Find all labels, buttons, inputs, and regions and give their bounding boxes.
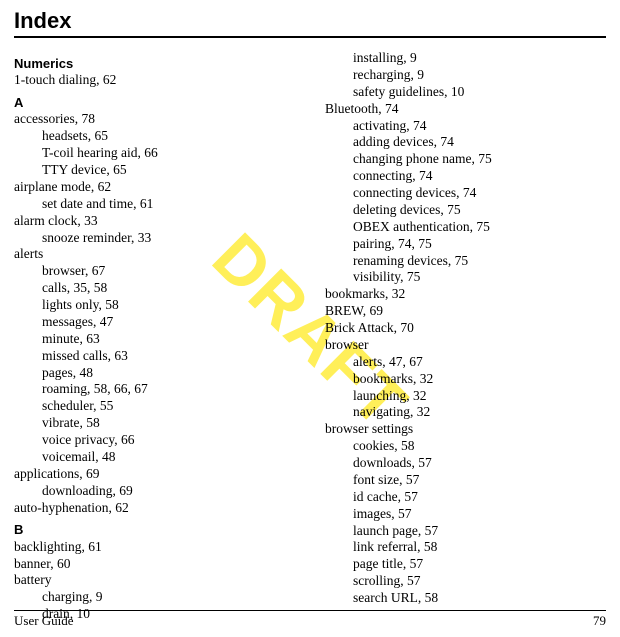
index-subentry: headsets, 65 bbox=[14, 128, 295, 145]
index-entry: Brick Attack, 70 bbox=[325, 320, 606, 337]
index-entry: browser bbox=[325, 337, 606, 354]
index-subentry: launching, 32 bbox=[325, 388, 606, 405]
section-heading: Numerics bbox=[14, 56, 295, 72]
index-subentry: downloads, 57 bbox=[325, 455, 606, 472]
index-subentry: renaming devices, 75 bbox=[325, 253, 606, 270]
index-subentry: activating, 74 bbox=[325, 118, 606, 135]
index-subentry: minute, 63 bbox=[14, 331, 295, 348]
index-subentry: connecting devices, 74 bbox=[325, 185, 606, 202]
index-subentry: OBEX authentication, 75 bbox=[325, 219, 606, 236]
index-entry: Bluetooth, 74 bbox=[325, 101, 606, 118]
index-entry: applications, 69 bbox=[14, 466, 295, 483]
index-columns: Numerics1-touch dialing, 62 Aaccessories,… bbox=[14, 50, 606, 623]
index-entry: backlighting, 61 bbox=[14, 539, 295, 556]
index-subentry: voicemail, 48 bbox=[14, 449, 295, 466]
index-subentry: voice privacy, 66 bbox=[14, 432, 295, 449]
index-subentry: calls, 35, 58 bbox=[14, 280, 295, 297]
column-left: Numerics1-touch dialing, 62 Aaccessories,… bbox=[14, 50, 295, 623]
index-subentry: navigating, 32 bbox=[325, 404, 606, 421]
index-subentry: cookies, 58 bbox=[325, 438, 606, 455]
index-subentry: images, 57 bbox=[325, 506, 606, 523]
index-subentry: snooze reminder, 33 bbox=[14, 230, 295, 247]
index-subentry: recharging, 9 bbox=[325, 67, 606, 84]
index-entry: battery bbox=[14, 572, 295, 589]
index-entry: alerts bbox=[14, 246, 295, 263]
index-subentry: T-coil hearing aid, 66 bbox=[14, 145, 295, 162]
index-subentry: missed calls, 63 bbox=[14, 348, 295, 365]
index-subentry: link referral, 58 bbox=[325, 539, 606, 556]
index-subentry: connecting, 74 bbox=[325, 168, 606, 185]
index-subentry: search URL, 58 bbox=[325, 590, 606, 607]
index-entry: accessories, 78 bbox=[14, 111, 295, 128]
index-subentry: deleting devices, 75 bbox=[325, 202, 606, 219]
index-entry: auto-hyphenation, 62 bbox=[14, 500, 295, 517]
index-subentry: launch page, 57 bbox=[325, 523, 606, 540]
index-subentry: TTY device, 65 bbox=[14, 162, 295, 179]
index-subentry: scrolling, 57 bbox=[325, 573, 606, 590]
index-entry: BREW, 69 bbox=[325, 303, 606, 320]
index-subentry: set date and time, 61 bbox=[14, 196, 295, 213]
index-subentry: font size, 57 bbox=[325, 472, 606, 489]
index-subentry: page title, 57 bbox=[325, 556, 606, 573]
index-subentry: lights only, 58 bbox=[14, 297, 295, 314]
index-subentry: downloading, 69 bbox=[14, 483, 295, 500]
index-entry: alarm clock, 33 bbox=[14, 213, 295, 230]
index-subentry: messages, 47 bbox=[14, 314, 295, 331]
index-subentry: charging, 9 bbox=[14, 589, 295, 606]
index-subentry: changing phone name, 75 bbox=[325, 151, 606, 168]
index-subentry: safety guidelines, 10 bbox=[325, 84, 606, 101]
index-subentry: roaming, 58, 66, 67 bbox=[14, 381, 295, 398]
index-subentry: alerts, 47, 67 bbox=[325, 354, 606, 371]
index-subentry: installing, 9 bbox=[325, 50, 606, 67]
index-subentry: vibrate, 58 bbox=[14, 415, 295, 432]
index-entry: 1-touch dialing, 62 bbox=[14, 72, 295, 89]
section-heading: A bbox=[14, 95, 295, 111]
page-title: Index bbox=[14, 8, 606, 38]
index-subentry: adding devices, 74 bbox=[325, 134, 606, 151]
section-heading: B bbox=[14, 522, 295, 538]
index-entry: bookmarks, 32 bbox=[325, 286, 606, 303]
column-right: installing, 9recharging, 9safety guideli… bbox=[325, 50, 606, 623]
index-subentry: visibility, 75 bbox=[325, 269, 606, 286]
index-subentry: pages, 48 bbox=[14, 365, 295, 382]
index-entry: airplane mode, 62 bbox=[14, 179, 295, 196]
index-subentry: pairing, 74, 75 bbox=[325, 236, 606, 253]
index-subentry: browser, 67 bbox=[14, 263, 295, 280]
index-subentry: drain, 10 bbox=[14, 606, 295, 623]
index-entry: browser settings bbox=[325, 421, 606, 438]
index-entry: banner, 60 bbox=[14, 556, 295, 573]
index-subentry: bookmarks, 32 bbox=[325, 371, 606, 388]
index-subentry: scheduler, 55 bbox=[14, 398, 295, 415]
index-subentry: id cache, 57 bbox=[325, 489, 606, 506]
